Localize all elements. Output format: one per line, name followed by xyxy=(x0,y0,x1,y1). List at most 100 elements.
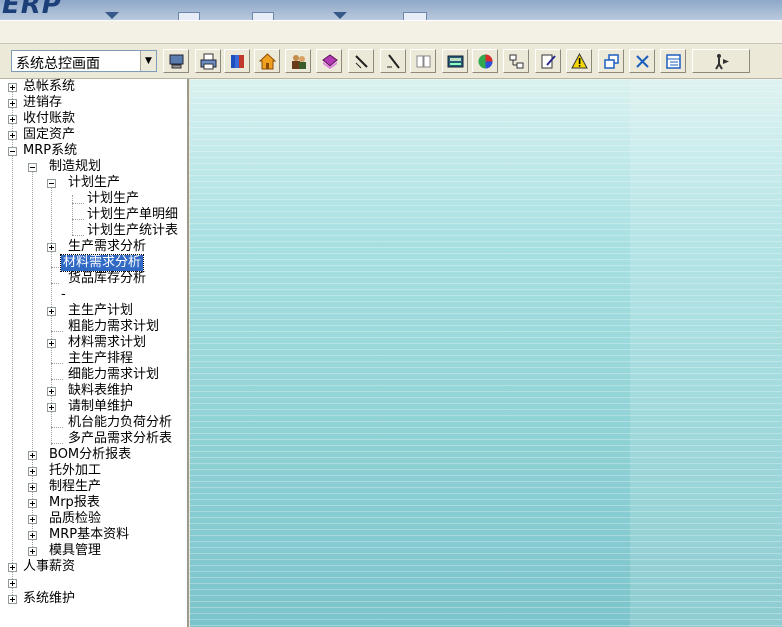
tree-expand-icon[interactable] xyxy=(8,563,17,572)
banner-tab[interactable] xyxy=(178,12,200,20)
edit-document-icon xyxy=(541,54,556,69)
tree-item-multi-product-demand[interactable]: 多产品需求分析表 xyxy=(68,431,172,447)
tree-connector xyxy=(51,443,63,444)
tree-expand-icon[interactable] xyxy=(28,547,37,556)
menu-strip xyxy=(0,20,782,44)
tree-item-hr-payroll[interactable]: 人事薪资 xyxy=(23,559,75,575)
print-button[interactable] xyxy=(195,49,221,73)
tree-item-detailed-capacity-plan[interactable]: 细能力需求计划 xyxy=(68,367,159,383)
tree-expand-icon[interactable] xyxy=(8,595,17,604)
tree-item-shortage-maintenance[interactable]: 缺料表维护 xyxy=(68,383,133,399)
users-button[interactable] xyxy=(285,49,311,73)
tree-item-material-demand-analysis[interactable]: 材料需求分析 xyxy=(59,254,145,272)
tree-item-stock-analysis[interactable]: 货品库存分析 xyxy=(68,271,146,287)
workspace-highlight-pane xyxy=(630,79,782,627)
module-tree[interactable]: 总帐系统 进销存 收付账款 固定资产 MRP系统 制造规划 计划生产 计划生产 … xyxy=(0,79,189,627)
users-icon xyxy=(292,55,306,69)
calculator-button[interactable] xyxy=(442,49,468,73)
chevron-down-icon[interactable]: ▼ xyxy=(140,51,156,71)
tree-expand-icon[interactable] xyxy=(47,243,56,252)
tree-item-quality-inspection[interactable]: 品质检验 xyxy=(49,511,101,527)
tree-item-general-ledger[interactable]: 总帐系统 xyxy=(23,79,75,95)
tree-item-planned-production-stats[interactable]: 计划生产统计表 xyxy=(87,223,178,239)
tree-expand-icon[interactable] xyxy=(28,499,37,508)
tree-collapse-icon[interactable] xyxy=(47,179,56,188)
tree-item-manufacturing-planning[interactable]: 制造规划 xyxy=(49,159,101,175)
tree-connector xyxy=(51,363,63,364)
tree-item-process-production[interactable]: 制程生产 xyxy=(49,479,101,495)
tree-connector xyxy=(72,195,73,235)
tree-expand-icon[interactable] xyxy=(8,99,17,108)
tree-connector xyxy=(72,235,84,236)
tree-expand-icon[interactable] xyxy=(28,467,37,476)
edit-document-button[interactable] xyxy=(535,49,561,73)
exit-icon xyxy=(715,54,729,70)
tree-item-master-production-plan[interactable]: 主生产计划 xyxy=(68,303,133,319)
tree-expand-icon[interactable] xyxy=(8,131,17,140)
switch-user-button[interactable] xyxy=(163,49,189,73)
app-banner: ERP xyxy=(0,0,782,20)
tree-item-outsourcing[interactable]: 托外加工 xyxy=(49,463,101,479)
warning-icon xyxy=(571,53,588,69)
tree-item-system-maintenance[interactable]: 系统维护 xyxy=(23,591,75,607)
pen-icon xyxy=(387,54,400,69)
tree-item-master-schedule[interactable]: 主生产排程 xyxy=(68,351,133,367)
tree-item-demand-analysis[interactable]: 生产需求分析 xyxy=(68,239,146,255)
tree-item-bom-reports[interactable]: BOM分析报表 xyxy=(49,447,131,463)
books-icon xyxy=(231,55,244,68)
calculator-icon xyxy=(447,55,464,68)
tree-expand-icon[interactable] xyxy=(28,483,37,492)
tree-item-material-requirement-plan[interactable]: 材料需求计划 xyxy=(68,335,146,351)
tree-item-receivables[interactable]: 收付账款 xyxy=(23,111,75,127)
cascade-windows-button[interactable] xyxy=(598,49,624,73)
banner-tab[interactable] xyxy=(403,12,427,20)
tree-expand-icon[interactable] xyxy=(47,387,56,396)
tree-collapse-icon[interactable] xyxy=(28,163,37,172)
tree-expand-icon[interactable] xyxy=(47,339,56,348)
pencil-button[interactable] xyxy=(348,49,374,73)
close-icon xyxy=(636,55,649,68)
network-icon xyxy=(509,54,524,69)
tree-expand-icon[interactable] xyxy=(8,115,17,124)
tree-item-planned-production-leaf[interactable]: 计划生产 xyxy=(87,191,139,207)
tree-collapse-icon[interactable] xyxy=(8,147,17,156)
network-button[interactable] xyxy=(503,49,529,73)
close-window-button[interactable] xyxy=(629,49,655,73)
tree-item-inventory[interactable]: 进销存 xyxy=(23,95,62,111)
tree-expand-icon[interactable] xyxy=(28,531,37,540)
tree-item-machine-load-analysis[interactable]: 机台能力负荷分析 xyxy=(68,415,172,431)
tree-item-request-order-maintenance[interactable]: 请制单维护 xyxy=(68,399,133,415)
tree-expand-icon[interactable] xyxy=(28,515,37,524)
tree-item-mold-management[interactable]: 模具管理 xyxy=(49,543,101,559)
tree-item-mrp-basic-data[interactable]: MRP基本资料 xyxy=(49,527,129,543)
pen-button[interactable] xyxy=(380,49,406,73)
tree-item-fixed-assets[interactable]: 固定资产 xyxy=(23,127,75,143)
warning-button[interactable] xyxy=(566,49,592,73)
module-select[interactable]: 系统总控画面 ▼ xyxy=(11,50,157,72)
tree-item-separator: - xyxy=(61,287,66,302)
tree-item-planned-production-detail[interactable]: 计划生产单明细 xyxy=(87,207,178,223)
tree-item-rough-capacity-plan[interactable]: 粗能力需求计划 xyxy=(68,319,159,335)
books-button[interactable] xyxy=(224,49,250,73)
tree-item-planned-production[interactable]: 计划生产 xyxy=(68,175,120,191)
tree-item-mrp-reports[interactable]: Mrp报表 xyxy=(49,495,100,511)
tree-connector xyxy=(72,219,84,220)
window-list-button[interactable] xyxy=(660,49,686,73)
exit-button[interactable] xyxy=(692,49,750,73)
tree-expand-icon[interactable] xyxy=(8,83,17,92)
open-book-button[interactable] xyxy=(410,49,436,73)
banner-tab[interactable] xyxy=(252,12,274,20)
tree-expand-icon[interactable] xyxy=(47,307,56,316)
home-button[interactable] xyxy=(254,49,280,73)
notebook-icon xyxy=(322,54,338,69)
window-list-icon xyxy=(666,54,681,69)
tree-item-mrp-system[interactable]: MRP系统 xyxy=(23,143,77,159)
open-book-icon xyxy=(416,55,431,68)
chart-button[interactable] xyxy=(472,49,498,73)
tree-expand-icon[interactable] xyxy=(8,579,17,588)
banner-marker xyxy=(105,12,119,19)
main-toolbar: 系统总控画面 ▼ xyxy=(0,44,782,79)
tree-expand-icon[interactable] xyxy=(28,451,37,460)
notebook-button[interactable] xyxy=(316,49,342,73)
tree-expand-icon[interactable] xyxy=(47,403,56,412)
